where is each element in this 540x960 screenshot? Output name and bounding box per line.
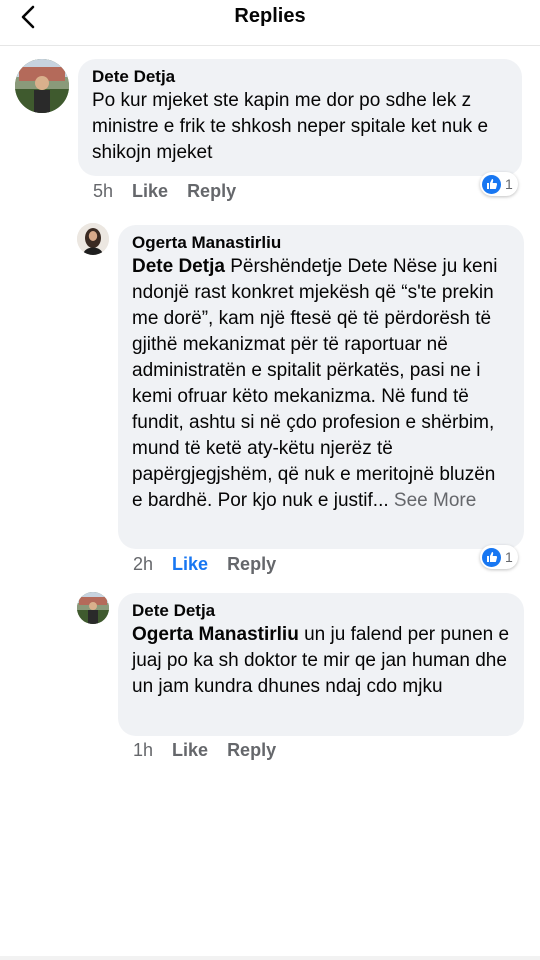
reply-button[interactable]: Reply	[187, 181, 236, 202]
mention-link[interactable]: Ogerta Manastirliu	[132, 624, 299, 645]
reaction-count[interactable]: 1	[480, 545, 518, 569]
page-title: Replies	[234, 5, 306, 27]
like-button[interactable]: Like	[172, 554, 208, 575]
thumbs-up-icon	[482, 547, 501, 567]
comment-author[interactable]: Ogerta Manastirliu	[132, 232, 510, 254]
thumbs-up-icon	[482, 174, 501, 194]
reaction-number: 1	[505, 176, 513, 192]
avatar[interactable]	[77, 592, 109, 624]
comment-bubble[interactable]: Ogerta Manastirliu Dete Detja Përshëndet…	[118, 225, 524, 549]
bottom-divider	[0, 956, 540, 960]
like-button[interactable]: Like	[172, 740, 208, 761]
comment-actions: 2h Like Reply	[133, 554, 295, 575]
reaction-count[interactable]: 1	[480, 172, 518, 196]
comment-bubble[interactable]: Dete Detja Po kur mjeket ste kapin me do…	[78, 59, 522, 176]
comment-actions: 5h Like Reply	[93, 181, 255, 202]
see-more-link[interactable]: See More	[389, 490, 476, 511]
reply-button[interactable]: Reply	[227, 740, 276, 761]
comment-actions: 1h Like Reply	[133, 740, 295, 761]
avatar[interactable]	[15, 59, 69, 113]
like-button[interactable]: Like	[132, 181, 168, 202]
mention-link[interactable]: Dete Detja	[132, 256, 225, 277]
comment-time: 1h	[133, 740, 154, 760]
header: Replies	[0, 0, 540, 46]
comment-time: 5h	[93, 181, 114, 201]
comment-author[interactable]: Dete Detja	[132, 600, 510, 622]
comment-bubble[interactable]: Dete Detja Ogerta Manastirliu un ju fale…	[118, 593, 524, 736]
comment-body: Përshëndetje Dete Nëse ju keni ndonjë ra…	[132, 256, 498, 511]
comment-text: Ogerta Manastirliu un ju falend per pune…	[132, 622, 510, 700]
comment-text: Dete Detja Përshëndetje Dete Nëse ju ken…	[132, 254, 510, 514]
comment-author[interactable]: Dete Detja	[92, 66, 508, 88]
reaction-number: 1	[505, 549, 513, 565]
comment-time: 2h	[133, 554, 154, 574]
reply-button[interactable]: Reply	[227, 554, 276, 575]
comment-text: Po kur mjeket ste kapin me dor po sdhe l…	[92, 90, 489, 163]
avatar[interactable]	[77, 223, 109, 255]
